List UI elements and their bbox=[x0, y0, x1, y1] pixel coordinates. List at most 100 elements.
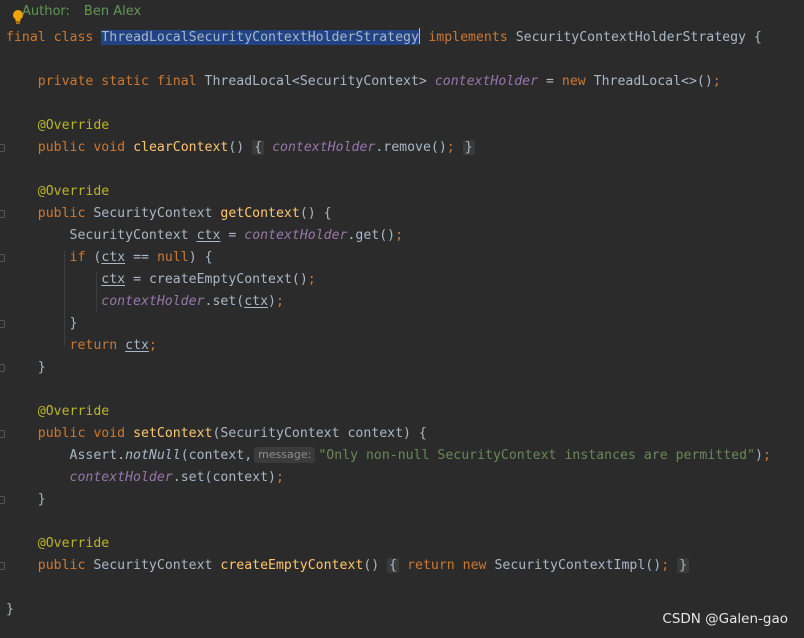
code-line[interactable]: } bbox=[6, 313, 78, 335]
code-line-override[interactable]: @Override bbox=[6, 181, 109, 203]
keyword-public: public bbox=[37, 426, 86, 441]
method-name: setContext bbox=[133, 426, 213, 441]
local-var: ctx bbox=[125, 338, 149, 353]
code-line-get-context[interactable]: public SecurityContext getContext() { bbox=[6, 203, 332, 225]
close-brace: } bbox=[37, 360, 46, 375]
semicolon: ; bbox=[148, 338, 157, 353]
semicolon: ; bbox=[275, 294, 284, 309]
class-ref: Assert. bbox=[69, 448, 126, 463]
keyword-public: public bbox=[37, 206, 86, 221]
author-doc-line: Author: Ben Alex bbox=[22, 2, 141, 22]
semicolon: ; bbox=[275, 470, 284, 485]
paren: ) bbox=[268, 294, 276, 309]
semicolon: ; bbox=[762, 448, 771, 463]
close-brace: } bbox=[6, 602, 14, 617]
keyword-return: return bbox=[407, 558, 455, 573]
code-line[interactable]: contextHolder.set(ctx); bbox=[6, 291, 284, 313]
folded-brace-close[interactable]: } bbox=[677, 558, 690, 573]
watermark-text: CSDN @Galen-gao bbox=[662, 611, 788, 627]
method-call: .remove() bbox=[375, 140, 447, 155]
parens: () bbox=[228, 140, 245, 155]
return-type: SecurityContext bbox=[93, 206, 213, 221]
operator: == bbox=[133, 250, 149, 265]
semicolon: ; bbox=[712, 74, 721, 89]
code-line[interactable]: } bbox=[6, 357, 46, 379]
operator: = bbox=[133, 272, 142, 287]
parens: () bbox=[363, 558, 380, 573]
fold-marker[interactable] bbox=[0, 430, 5, 438]
static-method: notNull bbox=[125, 448, 181, 463]
method-name: getContext bbox=[220, 206, 300, 221]
author-label: Author: bbox=[22, 4, 70, 19]
code-line[interactable]: SecurityContext ctx = contextHolder.get(… bbox=[6, 225, 404, 247]
var-type: SecurityContext bbox=[69, 228, 189, 243]
folded-brace-open[interactable]: { bbox=[252, 140, 265, 155]
annotation-override: @Override bbox=[37, 184, 110, 199]
code-line[interactable]: ctx = createEmptyContext(); bbox=[6, 269, 316, 291]
annotation-override: @Override bbox=[37, 404, 110, 419]
fold-marker[interactable] bbox=[0, 144, 5, 152]
code-line-override[interactable]: @Override bbox=[6, 533, 109, 555]
folded-brace-open[interactable]: { bbox=[387, 558, 400, 573]
local-var: ctx bbox=[244, 294, 269, 309]
code-editor[interactable]: Author: Ben Alex final class ThreadLocalS… bbox=[0, 0, 804, 638]
code-line-create-empty-context[interactable]: public SecurityContext createEmptyContex… bbox=[6, 555, 690, 577]
local-var: ctx bbox=[101, 250, 126, 265]
keyword-public: public bbox=[37, 140, 86, 155]
open-brace: { bbox=[753, 30, 762, 45]
close-brace: } bbox=[37, 492, 46, 507]
local-var: ctx bbox=[196, 228, 221, 243]
operator: = bbox=[545, 74, 554, 89]
interface-name: SecurityContextHolderStrategy bbox=[515, 30, 746, 45]
method-call: createEmptyContext() bbox=[148, 272, 308, 287]
method-call: .get() bbox=[347, 228, 396, 243]
semicolon: ; bbox=[307, 272, 316, 287]
semicolon: ; bbox=[395, 228, 404, 243]
fold-marker[interactable] bbox=[0, 210, 5, 218]
args: (context, bbox=[180, 448, 253, 463]
fold-marker[interactable] bbox=[0, 254, 5, 262]
class-name-selected[interactable]: ThreadLocalSecurityContextHolderStrategy bbox=[101, 30, 419, 45]
code-line-field-decl[interactable]: private static final ThreadLocal<Securit… bbox=[6, 71, 721, 93]
operator: = bbox=[228, 228, 237, 243]
keyword-implements: implements bbox=[428, 30, 508, 45]
constructor-call: ThreadLocal<>() bbox=[593, 74, 713, 89]
fold-marker[interactable] bbox=[0, 496, 5, 504]
fold-marker[interactable] bbox=[0, 320, 5, 328]
code-line-override[interactable]: @Override bbox=[6, 115, 109, 137]
close-brace: } bbox=[69, 316, 78, 331]
folded-brace-close[interactable]: } bbox=[462, 140, 475, 155]
keyword-return: return bbox=[69, 338, 118, 353]
field-ref: contextHolder bbox=[101, 294, 205, 309]
keyword-private: private bbox=[37, 74, 94, 89]
paren: ) bbox=[755, 448, 763, 463]
code-line-set-context[interactable]: public void setContext(SecurityContext c… bbox=[6, 423, 427, 445]
field-ref: contextHolder bbox=[272, 140, 376, 155]
fold-marker[interactable] bbox=[0, 364, 5, 372]
code-line-clear-context[interactable]: public void clearContext() { contextHold… bbox=[6, 137, 475, 159]
code-line-class-close[interactable]: } bbox=[6, 599, 14, 621]
annotation-override: @Override bbox=[37, 536, 110, 551]
fold-marker[interactable] bbox=[0, 562, 5, 570]
constructor-call: SecurityContextImpl() bbox=[494, 558, 662, 573]
field-ref: contextHolder bbox=[69, 470, 173, 485]
code-line[interactable]: if (ctx == null) { bbox=[6, 247, 213, 269]
code-line[interactable]: Assert.notNull(context, message: "Only non… bbox=[6, 445, 771, 467]
keyword-void: void bbox=[93, 426, 126, 441]
semicolon: ; bbox=[661, 558, 670, 573]
keyword-final: final bbox=[156, 74, 197, 89]
keyword-static: static bbox=[101, 74, 149, 89]
text-caret bbox=[418, 28, 421, 44]
code-line[interactable]: } bbox=[6, 489, 46, 511]
local-var: ctx bbox=[101, 272, 126, 287]
keyword-new: new bbox=[561, 74, 586, 89]
field-type: ThreadLocal<SecurityContext> bbox=[204, 74, 427, 89]
code-line-class-decl[interactable]: final class ThreadLocalSecurityContextHo… bbox=[6, 27, 762, 49]
code-line[interactable]: contextHolder.set(context); bbox=[6, 467, 284, 489]
return-type: SecurityContext bbox=[93, 558, 213, 573]
code-line-override[interactable]: @Override bbox=[6, 401, 109, 423]
code-line[interactable]: return ctx; bbox=[6, 335, 157, 357]
keyword-void: void bbox=[93, 140, 126, 155]
params: (SecurityContext context) { bbox=[212, 426, 427, 441]
string-literal: "Only non-null SecurityContext instances… bbox=[318, 448, 755, 463]
